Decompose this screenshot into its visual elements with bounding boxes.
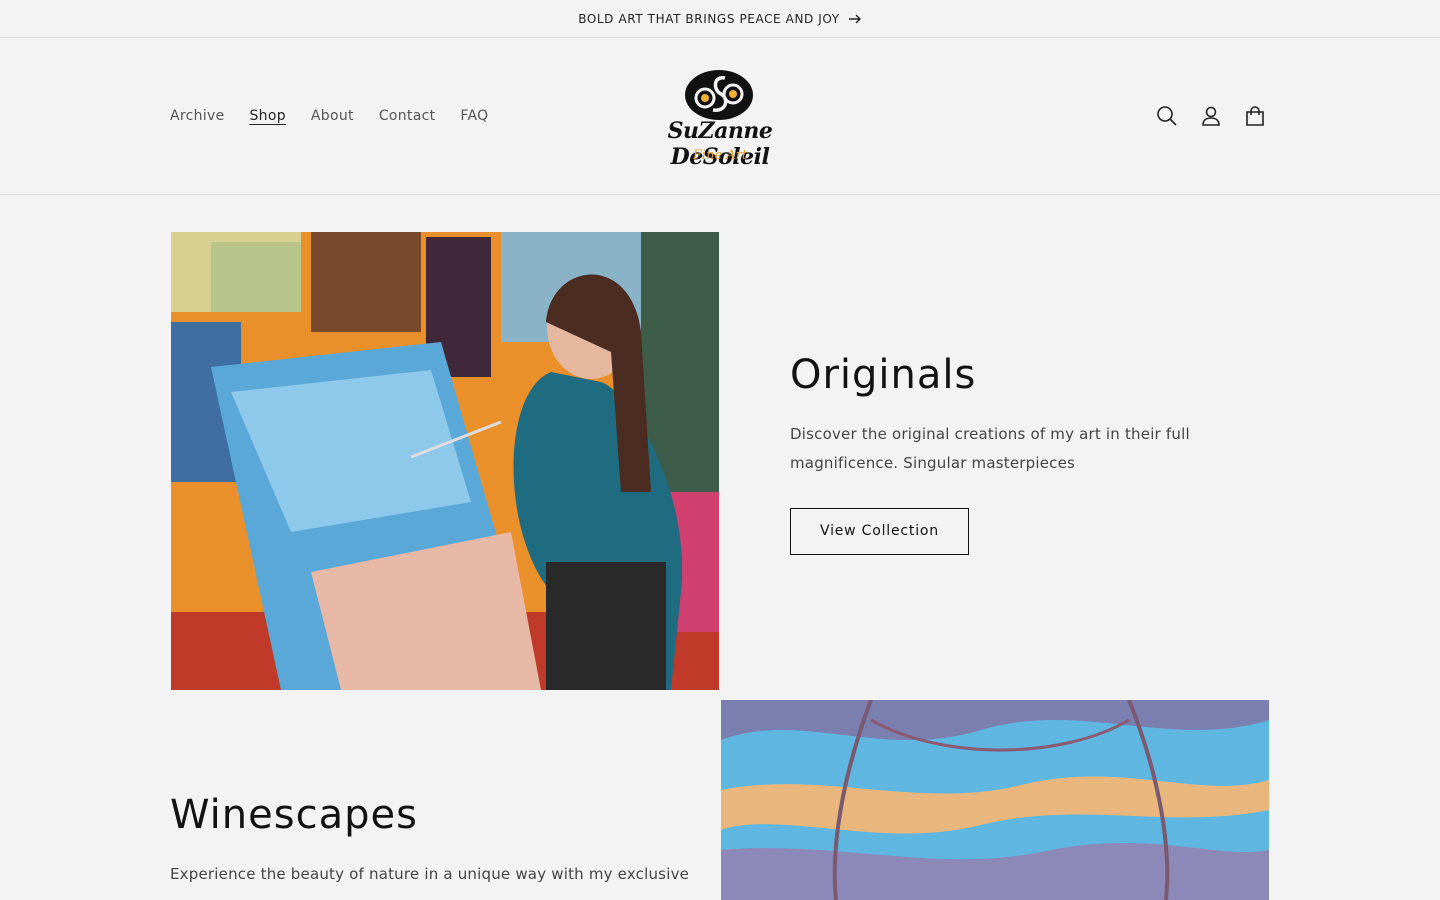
nav-item-shop[interactable]: Shop [249, 108, 285, 124]
section-description: Discover the original creations of my ar… [790, 425, 1190, 472]
view-collection-button[interactable]: View Collection [790, 508, 969, 555]
account-button[interactable] [1189, 94, 1233, 138]
search-button[interactable] [1145, 94, 1189, 138]
nav-item-about[interactable]: About [311, 108, 354, 124]
site-logo[interactable]: SuZanne DeSoleil Fine Art [620, 66, 820, 170]
section-title: Originals [790, 352, 977, 398]
winescapes-image [721, 700, 1269, 900]
announcement-bar: BOLD ART THAT BRINGS PEACE AND JOY [0, 0, 1440, 38]
section-title: Winescapes [170, 792, 418, 838]
account-icon [1202, 106, 1220, 126]
announcement-link[interactable]: BOLD ART THAT BRINGS PEACE AND JOY [578, 12, 862, 26]
nav-item-archive[interactable]: Archive [170, 108, 224, 124]
nav-item-faq[interactable]: FAQ [460, 108, 488, 124]
main-nav: Archive Shop About Contact FAQ [170, 38, 513, 194]
site-header: Archive Shop About Contact FAQ SuZanne D… [0, 38, 1440, 195]
logo-subtitle: Fine Art [692, 148, 748, 163]
logo-mark-icon [685, 70, 753, 120]
winescapes-text: Winescapes Experience the beauty of natu… [170, 792, 690, 889]
section-description: Experience the beauty of nature in a uni… [170, 865, 690, 883]
cart-icon [1246, 106, 1264, 126]
originals-image [171, 232, 719, 690]
header-icons [1145, 38, 1277, 194]
originals-text: Originals Discover the original creation… [790, 352, 1290, 555]
announcement-text: BOLD ART THAT BRINGS PEACE AND JOY [578, 11, 840, 26]
nav-item-contact[interactable]: Contact [379, 108, 436, 124]
cart-button[interactable] [1233, 94, 1277, 138]
arrow-right-icon [848, 14, 861, 23]
search-icon [1157, 106, 1177, 126]
